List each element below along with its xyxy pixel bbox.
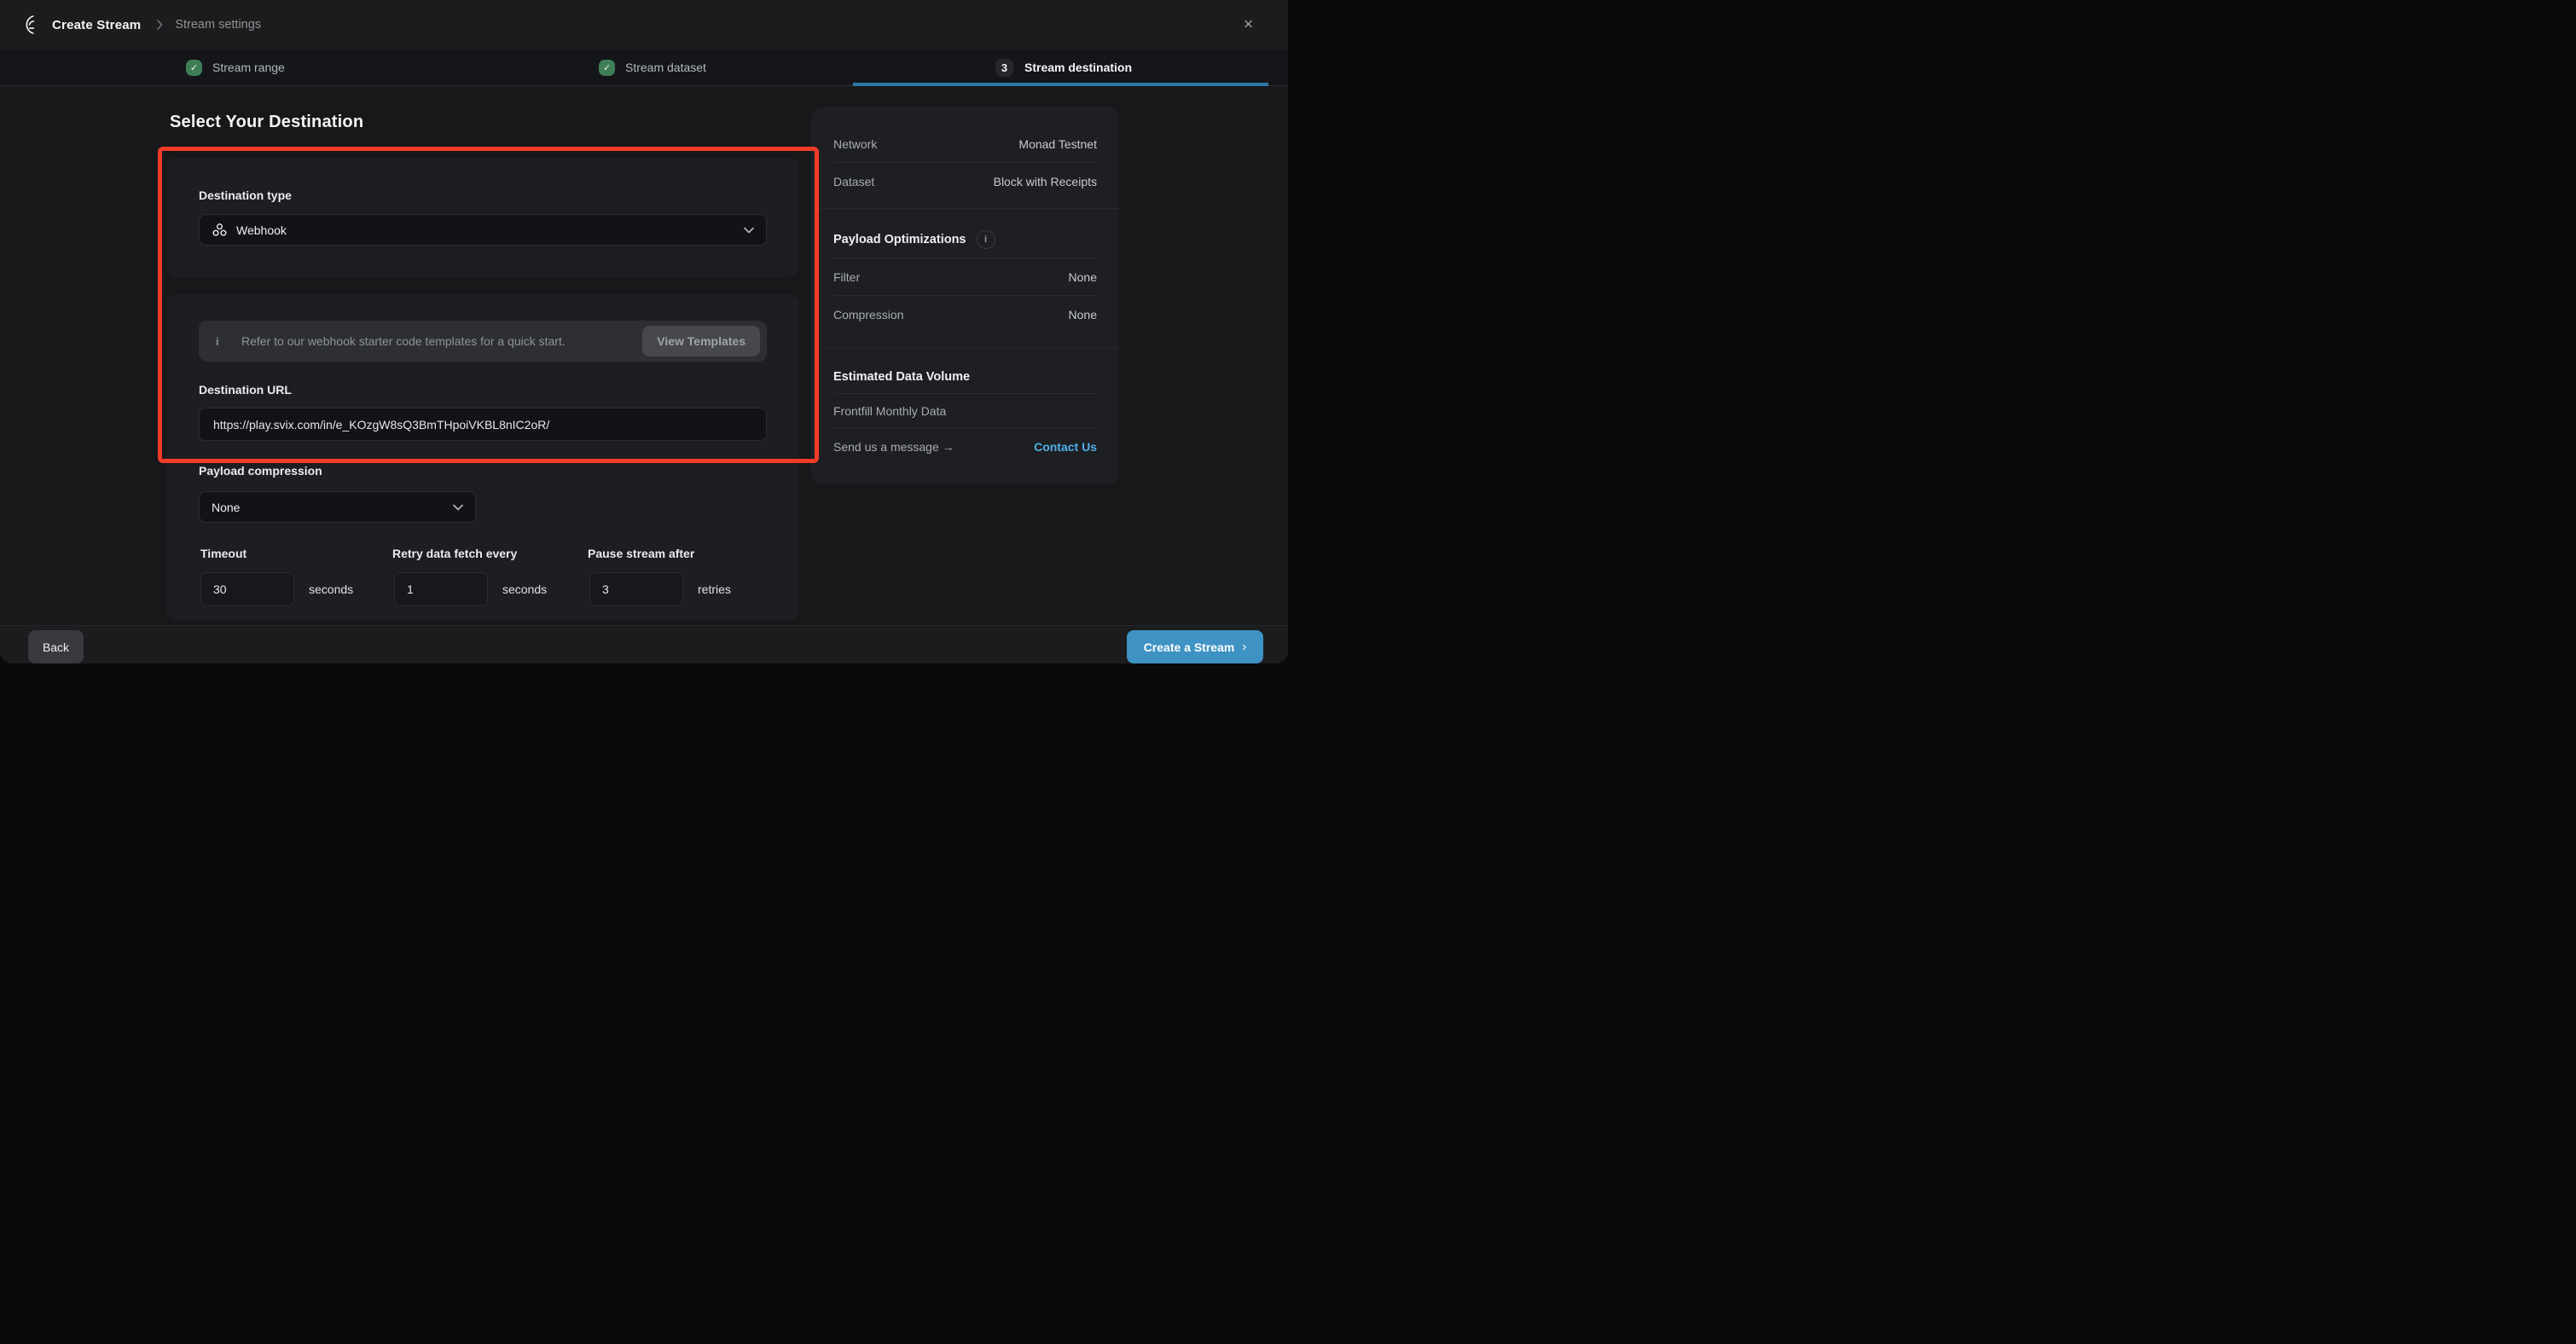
summary-row-contact: Send us a message → Contact Us — [833, 428, 1097, 466]
app-logo-icon — [19, 14, 41, 36]
chevron-down-icon — [453, 504, 463, 511]
pause-label: Pause stream after — [588, 547, 694, 560]
timeout-unit: seconds — [309, 582, 353, 596]
summary-row-network: Network Monad Testnet — [833, 125, 1097, 163]
tab-stream-range[interactable]: ✓ Stream range — [186, 49, 285, 85]
pause-unit: retries — [698, 582, 731, 596]
webhook-settings-card: i Refer to our webhook starter code temp… — [166, 294, 799, 620]
create-stream-button[interactable]: Create a Stream › — [1127, 630, 1263, 663]
webhook-icon — [212, 222, 228, 238]
retry-input[interactable] — [394, 572, 488, 606]
destination-type-select[interactable]: Webhook — [199, 214, 767, 246]
optimizations-info-icon[interactable]: i — [977, 230, 995, 249]
network-label: Network — [833, 137, 877, 151]
destination-url-label: Destination URL — [199, 383, 292, 397]
step-number-badge: 3 — [995, 59, 1013, 77]
create-stream-label: Create a Stream — [1144, 640, 1235, 654]
close-icon: ✕ — [1243, 18, 1254, 32]
destination-type-label: Destination type — [199, 188, 292, 202]
summary-row-frontfill: Frontfill Monthly Data — [833, 394, 1097, 428]
dataset-value: Block with Receipts — [994, 175, 1097, 188]
destination-type-value: Webhook — [236, 223, 287, 237]
retry-label: Retry data fetch every — [392, 547, 517, 560]
destination-url-input[interactable] — [199, 408, 767, 441]
payload-compression-select[interactable]: None — [199, 491, 476, 523]
frontfill-label: Frontfill Monthly Data — [833, 404, 946, 418]
check-icon: ✓ — [599, 60, 615, 76]
dataset-label: Dataset — [833, 175, 874, 188]
retry-unit: seconds — [502, 582, 547, 596]
compression-value: None — [1069, 308, 1097, 322]
destination-type-card: Destination type Webhook — [166, 158, 799, 277]
breadcrumb: Stream settings — [175, 18, 261, 32]
summary-row-filter: Filter None — [833, 258, 1097, 296]
step-label: Stream range — [212, 61, 285, 74]
steps-bar: ✓ Stream range ✓ Stream dataset 3 Stream… — [0, 49, 1288, 86]
page-title: Select Your Destination — [170, 113, 363, 132]
summary-row-volume-title: Estimated Data Volume — [833, 360, 1097, 394]
volume-title: Estimated Data Volume — [833, 370, 970, 384]
summary-row-dataset: Dataset Block with Receipts — [833, 163, 1097, 200]
payload-compression-label: Payload compression — [199, 464, 322, 478]
chevron-down-icon — [744, 227, 754, 234]
view-templates-button[interactable]: View Templates — [642, 326, 760, 356]
step-label: Stream dataset — [625, 61, 706, 74]
back-button[interactable]: Back — [28, 630, 84, 663]
breadcrumb-chevron-icon — [156, 20, 163, 30]
payload-compression-value: None — [212, 501, 240, 514]
banner-text: Refer to our webhook starter code templa… — [241, 334, 566, 348]
app-background: Create Stream Stream settings ✕ ✓ Stream… — [0, 0, 1288, 672]
main-content: Select Your Destination Destination type… — [0, 86, 1288, 625]
contact-message-label: Send us a message → — [833, 440, 954, 454]
stream-summary-panel: Network Monad Testnet Dataset Block with… — [811, 107, 1119, 484]
timeout-input[interactable] — [200, 572, 294, 606]
summary-row-optimizations: Payload Optimizations i — [833, 221, 1097, 258]
compression-label: Compression — [833, 308, 903, 322]
filter-label: Filter — [833, 270, 860, 284]
tab-stream-destination[interactable]: 3 Stream destination — [995, 49, 1132, 85]
network-value: Monad Testnet — [1018, 137, 1097, 151]
modal-footer: Back Create a Stream › — [0, 625, 1288, 663]
summary-row-compression: Compression None — [833, 296, 1097, 333]
modal-title: Create Stream — [52, 18, 141, 32]
contact-us-link[interactable]: Contact Us — [1034, 440, 1097, 454]
timeout-label: Timeout — [200, 547, 247, 560]
step-label: Stream destination — [1024, 61, 1132, 74]
chevron-right-icon: › — [1242, 640, 1246, 654]
close-button[interactable]: ✕ — [1243, 19, 1254, 32]
check-icon: ✓ — [186, 60, 202, 76]
optimizations-title: Payload Optimizations — [833, 233, 966, 246]
tab-stream-dataset[interactable]: ✓ Stream dataset — [599, 49, 706, 85]
templates-banner: i Refer to our webhook starter code temp… — [199, 321, 767, 362]
pause-input[interactable] — [589, 572, 683, 606]
modal-header: Create Stream Stream settings ✕ — [0, 0, 1288, 49]
create-stream-modal: Create Stream Stream settings ✕ ✓ Stream… — [0, 0, 1288, 663]
filter-value: None — [1069, 270, 1097, 284]
info-icon: i — [216, 335, 224, 348]
